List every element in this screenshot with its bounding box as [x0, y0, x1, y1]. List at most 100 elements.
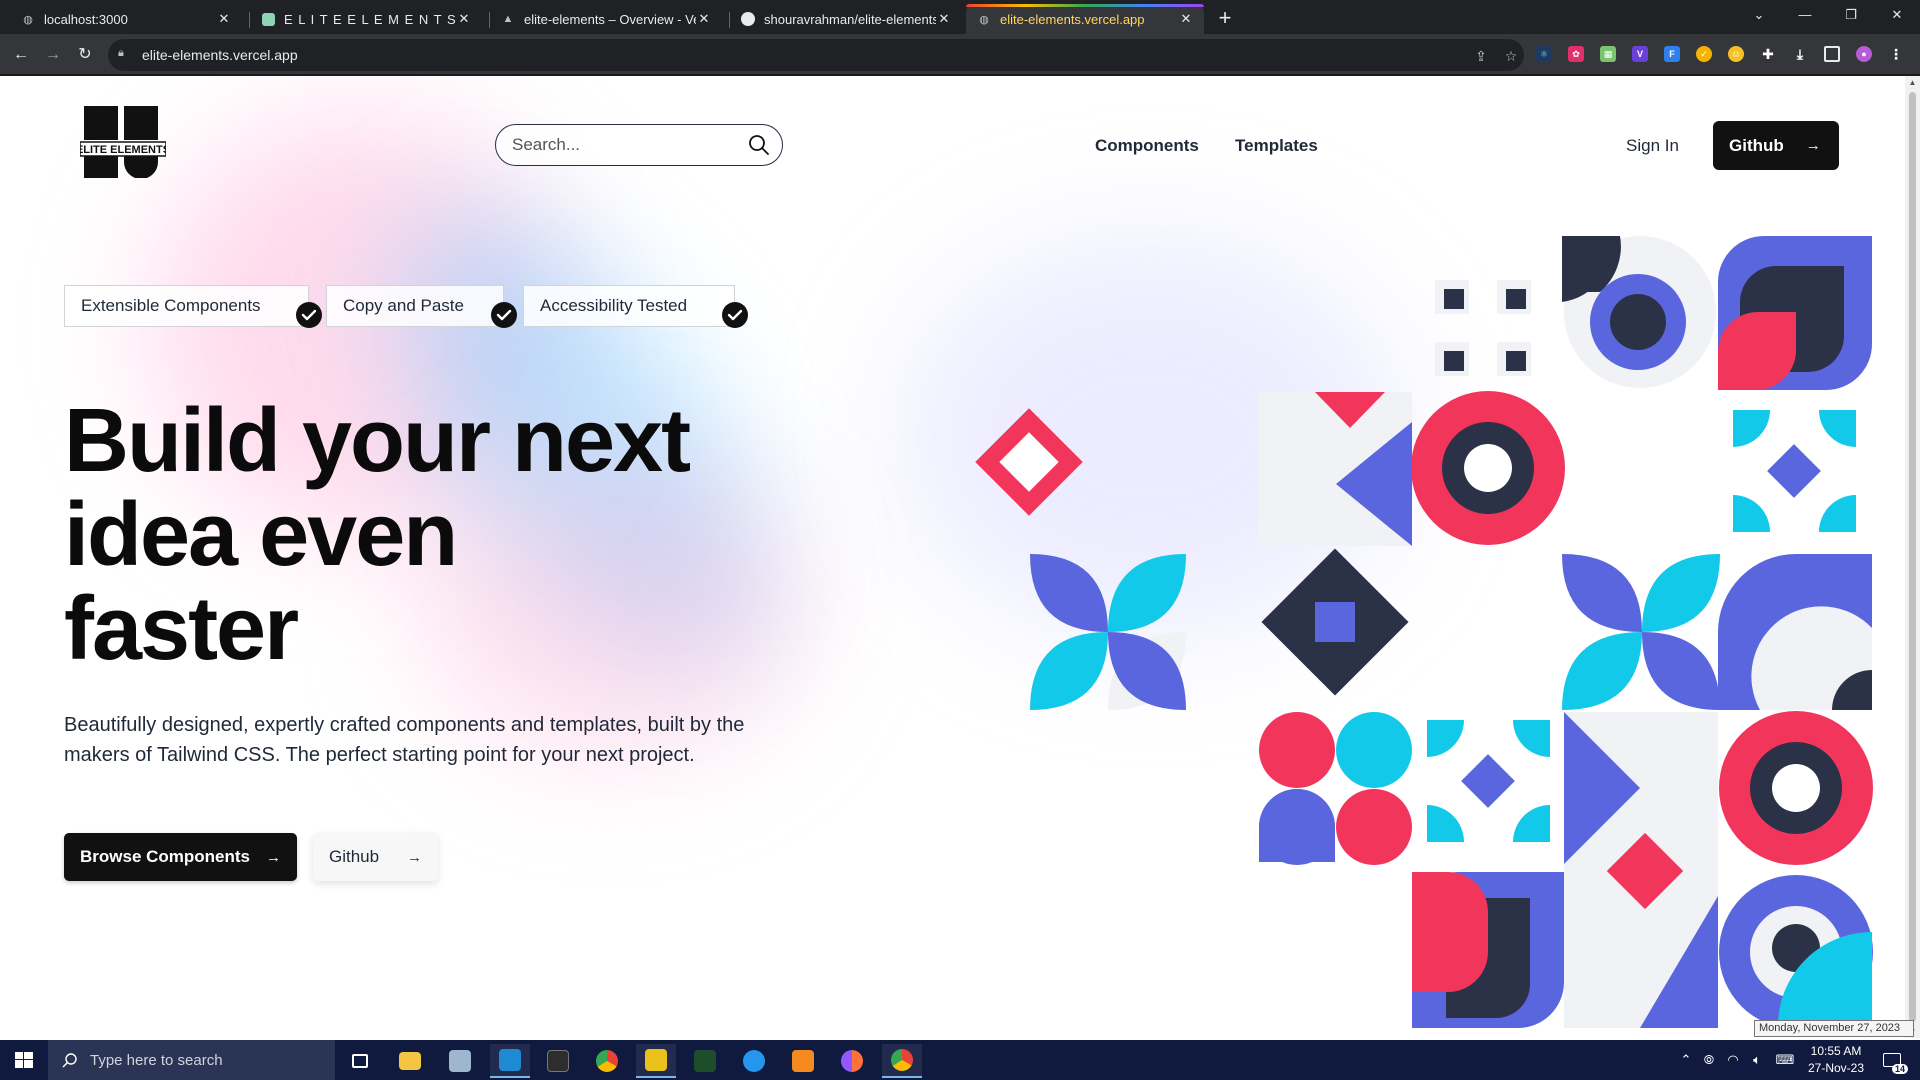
hero-heading: Build your next idea even faster — [64, 394, 784, 676]
share-icon[interactable]: ⇪ — [1472, 47, 1490, 65]
app-icon[interactable] — [685, 1044, 725, 1078]
notification-count: 14 — [1891, 1064, 1908, 1074]
clock-time: 10:55 AM — [1810, 1044, 1862, 1058]
logo-text: ELITE ELEMENTS — [80, 144, 166, 156]
extension-icon[interactable]: ✿ — [1568, 46, 1584, 62]
app-icon[interactable] — [636, 1044, 676, 1078]
browser-tab-active[interactable]: ◍ elite-elements.vercel.app ✕ — [966, 4, 1204, 34]
nav-link-templates[interactable]: Templates — [1235, 136, 1318, 156]
browser-tab[interactable]: E L I T E E L E M E N T S ✕ — [250, 4, 482, 34]
search-box[interactable] — [495, 124, 783, 166]
chrome-icon[interactable] — [587, 1044, 627, 1078]
elite-elements-logo[interactable]: ELITE ELEMENTS — [80, 106, 166, 178]
globe-icon: ◍ — [23, 13, 33, 26]
file-explorer-icon[interactable] — [390, 1044, 430, 1078]
puzzle-extensions-icon[interactable]: ✚ — [1760, 46, 1776, 62]
lock-icon: 🔒︎ — [118, 47, 124, 59]
react-devtools-extension-icon[interactable]: ⚛ — [1536, 46, 1552, 62]
globe-icon: ◍ — [979, 13, 989, 26]
bloom-tile — [1562, 554, 1720, 710]
browse-components-button[interactable]: Browse Components → — [64, 833, 297, 881]
sublime-icon[interactable] — [783, 1044, 823, 1078]
arrow-triangles-tile — [1564, 712, 1718, 1028]
github-header-button[interactable]: Github → — [1713, 121, 1839, 170]
browser-tab[interactable]: ▲ elite-elements – Overview - Verc ✕ — [490, 4, 722, 34]
ring-tile — [1562, 236, 1716, 388]
search-icon — [62, 1053, 77, 1068]
tray-app-icon[interactable]: ⦾ — [1698, 1040, 1720, 1080]
check-circle-icon — [296, 302, 322, 328]
extension-icon[interactable]: V — [1632, 46, 1648, 62]
menu-kebab-icon[interactable]: ⋮ — [1888, 46, 1904, 62]
back-icon[interactable]: ← — [9, 43, 33, 67]
volume-icon[interactable]: 🔈︎ — [1746, 1040, 1768, 1080]
clock-date: 27-Nov-23 — [1807, 1061, 1865, 1075]
button-label: Github — [329, 847, 380, 866]
hero-line: faster — [64, 579, 299, 679]
extension-icon[interactable]: F — [1664, 46, 1680, 62]
nav-link-components[interactable]: Components — [1095, 136, 1199, 156]
hero-description: Beautifully designed, expertly crafted c… — [64, 714, 745, 766]
extension-icon[interactable]: ▦ — [1600, 46, 1616, 62]
github-button[interactable]: Github → — [313, 833, 438, 881]
chrome-icon[interactable] — [882, 1044, 922, 1078]
close-icon[interactable]: ✕ — [1178, 11, 1194, 27]
browser-tab[interactable]: ◍ localhost:3000 ✕ — [10, 4, 242, 34]
feature-badge: Copy and Paste — [326, 285, 517, 328]
navy-diamond-tile — [1261, 548, 1409, 696]
leaf-tile — [1718, 236, 1872, 391]
arc-tile — [1718, 554, 1872, 710]
notification-center-icon[interactable]: 14 — [1872, 1040, 1912, 1080]
extension-icon[interactable]: ✓ — [1696, 46, 1712, 62]
side-panel-icon[interactable] — [1824, 46, 1840, 62]
windows-start-icon[interactable] — [0, 1040, 48, 1080]
navy-squares-tile — [1435, 280, 1531, 376]
triangles-tile — [1258, 392, 1412, 546]
close-window-icon[interactable]: ✕ — [1874, 0, 1920, 30]
arrow-right-icon: → — [407, 848, 422, 866]
chevron-up-icon[interactable]: ⌃ — [1676, 1040, 1696, 1080]
profile-avatar[interactable]: ● — [1856, 46, 1872, 62]
taskbar-search-box[interactable]: Type here to search — [48, 1040, 335, 1080]
keyboard-icon[interactable]: ⌨ — [1772, 1040, 1798, 1080]
firefox-icon[interactable] — [832, 1044, 872, 1078]
search-icon[interactable] — [748, 134, 770, 156]
extension-icon[interactable]: ☺ — [1728, 46, 1744, 62]
close-icon[interactable]: ✕ — [936, 11, 952, 27]
badge-label: Copy and Paste — [343, 296, 464, 315]
task-view-icon[interactable] — [340, 1044, 380, 1078]
circles-tile — [1259, 712, 1412, 865]
forward-icon[interactable]: → — [41, 43, 65, 67]
scrollbar-thumb[interactable] — [1909, 92, 1916, 1022]
taskbar-clock[interactable]: 10:55 AM 27-Nov-23 — [1806, 1043, 1866, 1077]
arrow-right-icon: → — [1805, 137, 1821, 154]
browser-tab[interactable]: shouravrahman/elite-elements ✕ — [730, 4, 962, 34]
search-input[interactable] — [512, 134, 742, 156]
red-diamond-outline — [975, 408, 1083, 516]
wifi-icon[interactable]: ◠ — [1722, 1040, 1744, 1080]
new-tab-button[interactable]: + — [1212, 6, 1238, 32]
close-icon[interactable]: ✕ — [696, 11, 712, 27]
address-bar[interactable]: 🔒︎ elite-elements.vercel.app ⇪ ☆ — [108, 39, 1524, 71]
restore-icon[interactable]: ❐ — [1828, 0, 1874, 30]
bookmark-star-icon[interactable]: ☆ — [1502, 47, 1520, 65]
close-icon[interactable]: ✕ — [456, 11, 472, 27]
page-scrollbar[interactable]: ▲ ▼ — [1905, 76, 1920, 1038]
feature-badge: Extensible Components — [64, 285, 322, 328]
vercel-icon: ▲ — [502, 13, 514, 25]
reload-icon[interactable]: ↻ — [73, 43, 97, 67]
taskbar-search-placeholder: Type here to search — [90, 1051, 223, 1069]
minimize-icon[interactable]: — — [1782, 0, 1828, 30]
tab-search-icon[interactable]: ⌄ — [1736, 0, 1782, 30]
scroll-up-icon[interactable]: ▲ — [1908, 78, 1917, 87]
docker-icon[interactable] — [734, 1044, 774, 1078]
close-icon[interactable]: ✕ — [216, 11, 232, 27]
petal-flower-tile — [1030, 554, 1186, 710]
download-icon[interactable]: ⤓ — [1792, 46, 1808, 62]
vscode-icon[interactable] — [490, 1044, 530, 1078]
red-ring-tile-2 — [1719, 711, 1873, 865]
app-icon[interactable] — [440, 1044, 480, 1078]
sign-in-link[interactable]: Sign In — [1626, 136, 1679, 156]
terminal-icon[interactable] — [538, 1044, 578, 1078]
hero-line: idea even — [64, 485, 458, 585]
